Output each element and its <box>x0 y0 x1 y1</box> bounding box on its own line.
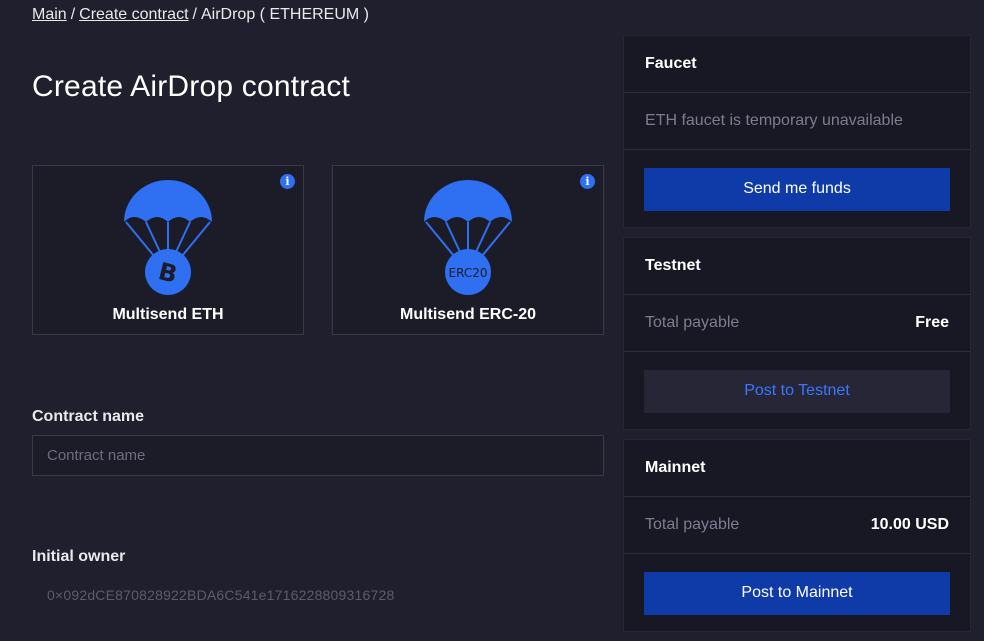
mainnet-payable-value: 10.00 USD <box>870 516 949 533</box>
testnet-payable-row: Total payable Free <box>624 295 970 352</box>
parachute-erc20-icon: ERC20 <box>424 180 512 295</box>
breadcrumb-separator: / <box>192 6 197 23</box>
initial-owner-label: Initial owner <box>32 548 126 565</box>
page-title: Create AirDrop contract <box>32 70 351 103</box>
breadcrumb-link-main[interactable]: Main <box>32 6 67 23</box>
testnet-title: Testnet <box>624 238 970 295</box>
initial-owner-value: 0×092dCE870828922BDA6C541e17162288093167… <box>47 587 395 603</box>
faucet-message-row: ETH faucet is temporary unavailable <box>624 93 970 150</box>
breadcrumb-current: AirDrop ( ETHEREUM ) <box>200 6 369 23</box>
breadcrumb: Main / Create contract / AirDrop ( ETHEREUM … <box>32 6 369 24</box>
erc20-label: ERC20 <box>449 266 488 280</box>
testnet-panel: Testnet Total payable Free Post to Testn… <box>623 237 971 430</box>
breadcrumb-link-create-contract[interactable]: Create contract <box>79 6 188 23</box>
mainnet-panel: Mainnet Total payable 10.00 USD Post to … <box>623 439 971 632</box>
testnet-payable-value: Free <box>915 314 949 331</box>
testnet-payable-label: Total payable <box>645 314 740 331</box>
contract-name-input[interactable] <box>32 435 604 476</box>
contract-type-card-multisend-erc20[interactable]: i ERC20 Multisend ERC-20 <box>332 165 604 335</box>
mainnet-payable-label: Total payable <box>645 516 740 533</box>
mainnet-payable-row: Total payable 10.00 USD <box>624 497 970 554</box>
info-icon[interactable]: i <box>280 174 295 189</box>
faucet-panel: Faucet ETH faucet is temporary unavailab… <box>623 35 971 228</box>
faucet-title: Faucet <box>624 36 970 93</box>
faucet-message: ETH faucet is temporary unavailable <box>645 112 903 129</box>
contract-type-card-multisend-eth[interactable]: i B Multisend ETH <box>32 165 304 335</box>
contract-type-label: Multisend ERC-20 <box>399 306 536 323</box>
breadcrumb-separator: / <box>70 6 76 23</box>
testnet-button-row: Post to Testnet <box>624 352 970 430</box>
info-icon[interactable]: i <box>580 174 595 189</box>
contract-name-label: Contract name <box>32 408 145 425</box>
mainnet-button-row: Post to Mainnet <box>624 554 970 632</box>
send-funds-button[interactable]: Send me funds <box>644 167 950 211</box>
contract-type-label: Multisend ETH <box>112 306 224 323</box>
mainnet-title: Mainnet <box>624 440 970 497</box>
post-to-testnet-button[interactable]: Post to Testnet <box>644 369 950 413</box>
parachute-bitcoin-icon: B <box>124 180 212 295</box>
post-to-mainnet-button[interactable]: Post to Mainnet <box>644 571 950 615</box>
faucet-button-row: Send me funds <box>624 150 970 228</box>
